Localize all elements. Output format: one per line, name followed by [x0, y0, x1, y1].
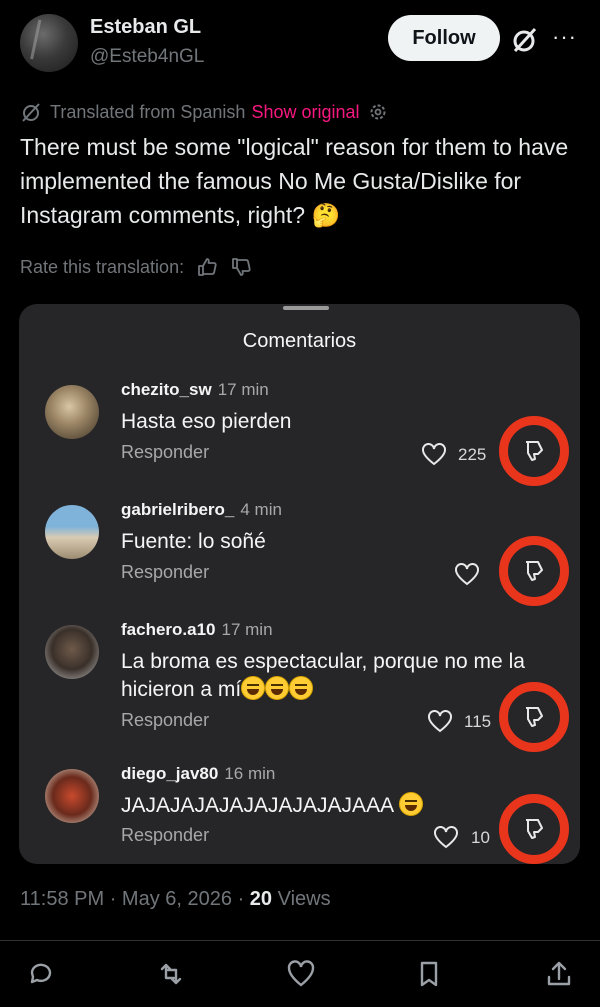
laughing-emoji-icon [265, 676, 290, 700]
author-handle[interactable]: @Esteb4nGL [90, 46, 204, 68]
sheet-handle [283, 306, 329, 310]
commenter-username[interactable]: gabrielribero_ [121, 500, 234, 519]
tweet-header: Esteban GL @Esteb4nGL Follow ··· [0, 0, 600, 90]
like-count: 115 [464, 712, 492, 731]
comment-time: 4 min [240, 500, 282, 519]
views-label: Views [277, 888, 331, 910]
heart-icon[interactable] [421, 443, 447, 467]
commenter-username[interactable]: chezito_sw [121, 380, 212, 399]
show-original-link[interactable]: Show original [251, 102, 359, 123]
comment-time: 17 min [217, 380, 269, 399]
comments-title: Comentarios [242, 330, 357, 352]
follow-button[interactable]: Follow [388, 15, 500, 61]
meta-separator: · [237, 888, 245, 910]
comment-text-body: La broma es espectacular, porque no me l… [121, 650, 525, 701]
grok-icon[interactable] [510, 26, 540, 54]
more-icon[interactable]: ··· [552, 24, 577, 50]
divider [0, 940, 600, 941]
thumbs-up-icon[interactable] [196, 256, 218, 278]
like-count: 10 [471, 828, 490, 847]
like-icon[interactable] [286, 959, 316, 989]
comment-text: Fuente: lo soñé [121, 530, 266, 553]
tweet-meta: 11:58 PM · May 6, 2026 · 20 Views [20, 888, 331, 911]
commenter-avatar [45, 385, 99, 439]
heart-icon[interactable] [433, 826, 459, 850]
tweet-date[interactable]: May 6, 2026 [122, 888, 232, 910]
author-avatar[interactable] [20, 14, 78, 72]
comment-item: gabrielribero_ 4 min Fuente: lo soñé Resp… [19, 500, 580, 610]
commenter-avatar [45, 769, 99, 823]
retweet-icon[interactable] [156, 959, 186, 989]
dislike-button[interactable] [499, 416, 569, 486]
author-display-name[interactable]: Esteban GL [90, 16, 201, 39]
comment-item: fachero.a10 17 min La broma es espectacul… [19, 620, 580, 752]
translate-icon [22, 103, 40, 122]
commenter-avatar [45, 625, 99, 679]
comment-header: fachero.a10 17 min [121, 620, 273, 640]
dislike-icon [526, 561, 543, 581]
views-count: 20 [249, 888, 273, 910]
commenter-username[interactable]: fachero.a10 [121, 620, 216, 639]
dislike-button[interactable] [499, 794, 569, 864]
comment-item: diego_jav80 16 min JAJAJAJAJAJAJAJAJAJAAA… [19, 764, 580, 864]
thumbs-down-icon[interactable] [230, 256, 252, 278]
commenter-username[interactable]: diego_jav80 [121, 764, 218, 783]
bookmark-icon[interactable] [414, 959, 444, 989]
translated-label: Translated from Spanish [50, 101, 246, 122]
comment-time: 16 min [224, 764, 276, 783]
dislike-icon [526, 819, 543, 839]
like-count: 225 [458, 445, 487, 464]
reply-link[interactable]: Responder [121, 442, 209, 463]
laughing-emoji-icon [398, 792, 423, 816]
comment-header: diego_jav80 16 min [121, 764, 275, 784]
comment-time: 17 min [221, 620, 273, 639]
commenter-avatar [45, 505, 99, 559]
heart-icon[interactable] [427, 710, 453, 734]
comment-text: Hasta eso pierden [121, 410, 292, 433]
rate-translation-row: Rate this translation: [20, 256, 252, 278]
reply-link[interactable]: Responder [121, 825, 209, 846]
embedded-image[interactable]: Comentarios chezito_sw 17 min Hasta eso p… [19, 304, 580, 864]
laughing-emoji-icon [289, 676, 314, 700]
dislike-icon [526, 441, 543, 461]
laughing-emoji-icon [241, 676, 266, 700]
share-icon[interactable] [544, 959, 574, 989]
settings-icon[interactable] [368, 102, 388, 122]
translation-row: Translated from Spanish Show original [20, 100, 388, 124]
reply-icon[interactable] [26, 959, 56, 989]
dislike-icon [526, 707, 543, 727]
dislike-button[interactable] [499, 536, 569, 606]
rate-translation-label: Rate this translation: [20, 256, 185, 277]
action-bar [0, 955, 600, 995]
tweet-time[interactable]: 11:58 PM [20, 888, 104, 910]
reply-link[interactable]: Responder [121, 562, 209, 583]
comment-header: gabrielribero_ 4 min [121, 500, 282, 520]
dislike-button[interactable] [499, 682, 569, 752]
heart-icon[interactable] [454, 563, 480, 587]
comment-header: chezito_sw 17 min [121, 380, 269, 400]
comment-text: La broma es espectacular, porque no me l… [121, 648, 561, 704]
comment-text: JAJAJAJAJAJAJAJAJAJAAA [121, 792, 541, 820]
meta-separator: · [109, 888, 117, 910]
comment-item: chezito_sw 17 min Hasta eso pierden Respo… [19, 380, 580, 490]
tweet-text: There must be some "logical" reason for … [20, 134, 569, 228]
reply-link[interactable]: Responder [121, 710, 209, 731]
comment-text-body: JAJAJAJAJAJAJAJAJAJAAA [121, 794, 393, 817]
